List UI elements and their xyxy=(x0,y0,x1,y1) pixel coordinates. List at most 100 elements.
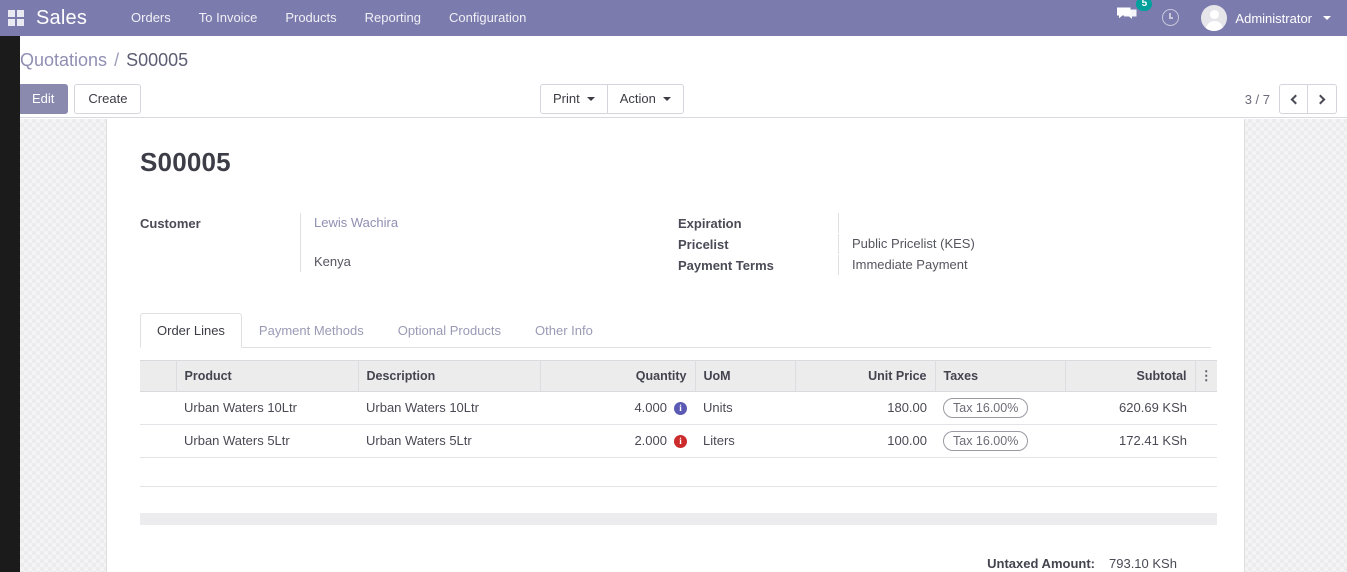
table-header-row: Product Description Quantity UoM Unit Pr… xyxy=(140,361,1217,392)
user-menu[interactable]: Administrator xyxy=(1191,5,1337,31)
field-value-payment-terms[interactable]: Immediate Payment xyxy=(838,255,1198,275)
pager-buttons xyxy=(1279,84,1337,114)
notebook-tabs: Order Lines Payment Methods Optional Pro… xyxy=(140,313,1211,348)
cell-options xyxy=(1195,392,1217,425)
chevron-left-icon xyxy=(1290,94,1300,104)
cell-quantity-value: 4.000 xyxy=(634,400,667,416)
field-label-spacer xyxy=(140,252,300,253)
info-icon-blue[interactable]: i xyxy=(674,402,687,415)
breadcrumb-separator: / xyxy=(114,50,119,70)
field-label-pricelist: Pricelist xyxy=(678,234,838,255)
tab-optional-products[interactable]: Optional Products xyxy=(381,313,518,348)
cell-empty xyxy=(540,458,695,487)
column-header-uom[interactable]: UoM xyxy=(695,361,795,392)
menu-item-to-invoice[interactable]: To Invoice xyxy=(185,0,272,36)
field-value-expiration[interactable] xyxy=(838,213,1198,233)
tab-order-lines[interactable]: Order Lines xyxy=(140,313,242,348)
field-label-expiration: Expiration xyxy=(678,213,838,234)
record-action-buttons: Edit Create xyxy=(18,84,141,114)
status-badge: Tax 16.00% xyxy=(943,398,1028,418)
user-name-label: Administrator xyxy=(1235,11,1312,26)
cell-uom: Units xyxy=(695,392,795,425)
pager-previous-button[interactable] xyxy=(1279,84,1308,114)
column-options-icon[interactable]: ⋮ xyxy=(1195,361,1217,392)
tab-other-info[interactable]: Other Info xyxy=(518,313,610,348)
apps-grid-icon[interactable] xyxy=(8,10,24,26)
total-label-untaxed: Untaxed Amount: xyxy=(879,553,1109,572)
column-header-unit-price[interactable]: Unit Price xyxy=(795,361,935,392)
menu-item-configuration[interactable]: Configuration xyxy=(435,0,540,36)
field-pricelist: Pricelist Public Pricelist (KES) xyxy=(678,234,1198,255)
menu-item-reporting[interactable]: Reporting xyxy=(351,0,435,36)
field-value-pricelist[interactable]: Public Pricelist (KES) xyxy=(838,234,1198,254)
field-group-left: Customer Lewis Wachira Kenya xyxy=(140,213,650,272)
field-customer-country: Kenya xyxy=(140,252,650,272)
menu-item-products[interactable]: Products xyxy=(271,0,350,36)
cell-empty xyxy=(935,458,1065,487)
cell-subtotal: 620.69 KSh xyxy=(1065,392,1195,425)
column-header-description[interactable]: Description xyxy=(358,361,540,392)
table-footer-bar xyxy=(140,513,1217,525)
field-groups: Customer Lewis Wachira Kenya Expiration xyxy=(140,213,1211,291)
cell-unit-price: 180.00 xyxy=(795,392,935,425)
cell-subtotal: 172.41 KSh xyxy=(1065,425,1195,458)
field-expiration: Expiration xyxy=(678,213,1198,234)
print-label: Print xyxy=(553,90,580,108)
field-label-customer: Customer xyxy=(140,213,300,234)
field-customer: Customer Lewis Wachira xyxy=(140,213,650,252)
pager: 3 / 7 xyxy=(1245,84,1337,114)
cell-quantity: 4.000 i xyxy=(540,392,695,425)
field-value-customer[interactable]: Lewis Wachira xyxy=(300,213,650,252)
action-dropdown-button[interactable]: Action xyxy=(608,84,684,114)
print-dropdown-button[interactable]: Print xyxy=(540,84,608,114)
messages-icon: 5 xyxy=(1116,6,1138,22)
totals-section: Untaxed Amount: 793.10 KSh Taxes: 126.90… xyxy=(140,553,1217,572)
column-header-handle xyxy=(140,361,176,392)
breadcrumb-quotations[interactable]: Quotations xyxy=(20,50,107,70)
left-edge-rail xyxy=(0,36,20,572)
app-brand-sales[interactable]: Sales xyxy=(36,7,87,30)
menu-item-orders[interactable]: Orders xyxy=(117,0,185,36)
navbar-systray: 5 Administrator xyxy=(1104,0,1347,36)
table-row[interactable]: Urban Waters 5Ltr Urban Waters 5Ltr 2.00… xyxy=(140,425,1217,458)
breadcrumb-current-record: S00005 xyxy=(126,50,188,70)
chevron-down-icon xyxy=(1323,16,1331,20)
control-panel: Quotations / S00005 Edit Create Print Ac… xyxy=(20,36,1347,118)
table-row[interactable]: Urban Waters 10Ltr Urban Waters 10Ltr 4.… xyxy=(140,392,1217,425)
total-row-untaxed: Untaxed Amount: 793.10 KSh xyxy=(140,553,1217,572)
pager-next-button[interactable] xyxy=(1308,84,1337,114)
table-row-empty[interactable] xyxy=(140,458,1217,487)
cell-quantity-value: 2.000 xyxy=(634,433,667,449)
total-value-untaxed: 793.10 KSh xyxy=(1109,553,1217,572)
cell-description: Urban Waters 10Ltr xyxy=(358,392,540,425)
chevron-down-icon xyxy=(587,97,595,101)
row-handle xyxy=(140,425,176,458)
info-icon-red[interactable]: i xyxy=(674,435,687,448)
edit-button[interactable]: Edit xyxy=(18,84,68,114)
column-header-taxes[interactable]: Taxes xyxy=(935,361,1065,392)
notebook: Order Lines Payment Methods Optional Pro… xyxy=(140,313,1211,572)
messages-menu[interactable]: 5 xyxy=(1104,0,1150,36)
column-header-product[interactable]: Product xyxy=(176,361,358,392)
pager-counter: 3 / 7 xyxy=(1245,92,1270,107)
form-sheet: S00005 Customer Lewis Wachira Kenya Expi… xyxy=(106,119,1245,572)
create-button[interactable]: Create xyxy=(74,84,141,114)
tab-payment-methods[interactable]: Payment Methods xyxy=(242,313,381,348)
avatar xyxy=(1201,5,1227,31)
cell-unit-price: 100.00 xyxy=(795,425,935,458)
cell-empty xyxy=(795,458,935,487)
column-header-subtotal[interactable]: Subtotal xyxy=(1065,361,1195,392)
cell-empty xyxy=(1195,458,1217,487)
action-label: Action xyxy=(620,90,656,108)
cell-empty xyxy=(176,458,358,487)
cell-options xyxy=(1195,425,1217,458)
row-handle xyxy=(140,392,176,425)
chevron-right-icon xyxy=(1316,94,1326,104)
chevron-down-icon xyxy=(663,97,671,101)
column-header-quantity[interactable]: Quantity xyxy=(540,361,695,392)
cell-product: Urban Waters 10Ltr xyxy=(176,392,358,425)
print-action-group: Print Action xyxy=(540,84,684,114)
activities-menu[interactable] xyxy=(1150,0,1191,36)
clock-activities-icon xyxy=(1162,9,1179,26)
cell-description: Urban Waters 5Ltr xyxy=(358,425,540,458)
